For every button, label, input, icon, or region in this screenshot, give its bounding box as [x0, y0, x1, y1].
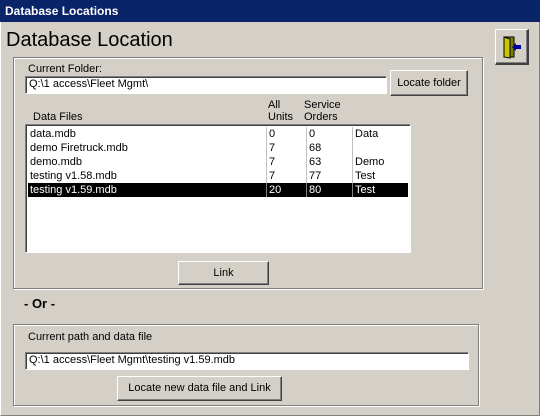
cell-file: testing v1.59.mdb	[30, 184, 117, 196]
cell-file: demo.mdb	[30, 156, 82, 168]
current-path-label: Current path and data file	[28, 331, 153, 343]
locate-data-file-label: Locate new data file and Link	[128, 382, 271, 394]
exit-door-icon	[503, 36, 521, 59]
cell-type: Test	[352, 169, 408, 183]
cell-file: data.mdb	[30, 128, 76, 140]
cell-all-units: 7	[266, 155, 306, 169]
link-button[interactable]: Link	[178, 261, 269, 285]
cell-service-orders: 63	[306, 155, 352, 169]
window-title-bar[interactable]: Database Locations	[0, 0, 540, 22]
exit-button[interactable]	[495, 29, 529, 65]
current-folder-field[interactable]: Q:\1 access\Fleet Mgmt\	[25, 76, 387, 94]
cell-type	[352, 141, 408, 155]
cell-type: Test	[352, 183, 408, 197]
cell-service-orders: 0	[306, 127, 352, 141]
header-all-units-line1: All	[268, 99, 281, 111]
or-separator: - Or -	[24, 296, 56, 311]
header-all-units-line2: Units	[268, 111, 294, 123]
current-path-field[interactable]: Q:\1 access\Fleet Mgmt\testing v1.59.mdb	[25, 352, 469, 370]
list-item[interactable]: demo.mdb 7 63 Demo	[28, 155, 408, 169]
cell-type: Data	[352, 127, 408, 141]
cell-service-orders: 77	[306, 169, 352, 183]
cell-all-units: 7	[266, 169, 306, 183]
locate-folder-label: Locate folder	[397, 77, 461, 89]
list-item[interactable]: testing v1.59.mdb 20 80 Test	[28, 183, 408, 197]
locate-data-file-button[interactable]: Locate new data file and Link	[117, 376, 282, 401]
cell-all-units: 7	[266, 141, 306, 155]
cell-service-orders: 68	[306, 141, 352, 155]
cell-file: testing v1.58.mdb	[30, 170, 117, 182]
data-files-list[interactable]: data.mdb 0 0 Data demo Firetruck.mdb 7 68 demo.…	[25, 124, 411, 253]
locate-folder-button[interactable]: Locate folder	[390, 70, 468, 96]
header-service-orders-line1: Service	[304, 99, 341, 111]
cell-file: demo Firetruck.mdb	[30, 142, 128, 154]
header-service-orders-line2: Orders	[304, 111, 338, 123]
list-item[interactable]: demo Firetruck.mdb 7 68	[28, 141, 408, 155]
list-item[interactable]: testing v1.58.mdb 7 77 Test	[28, 169, 408, 183]
cell-type: Demo	[352, 155, 408, 169]
page-title: Database Location	[6, 29, 173, 51]
cell-service-orders: 80	[306, 183, 352, 197]
list-item[interactable]: data.mdb 0 0 Data	[28, 127, 408, 141]
cell-all-units: 0	[266, 127, 306, 141]
header-data-files: Data Files	[33, 111, 83, 123]
link-button-label: Link	[213, 267, 234, 279]
cell-all-units: 20	[266, 183, 306, 197]
window-title: Database Locations	[5, 4, 119, 18]
current-folder-label: Current Folder:	[28, 63, 102, 75]
